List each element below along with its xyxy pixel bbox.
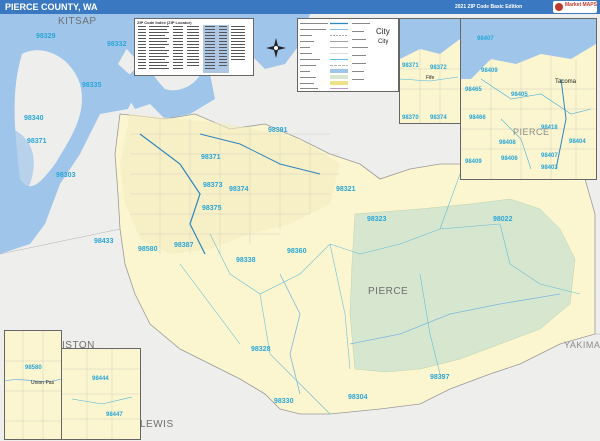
zip-label: 98340 — [24, 115, 44, 122]
zip-label: 98405 — [511, 92, 528, 98]
inset-ne-right-canvas — [461, 19, 596, 179]
zip-label: 98444 — [92, 376, 109, 382]
zip-index-table — [138, 25, 245, 73]
city-label-tacoma: Tacoma — [555, 79, 577, 85]
region-label-lewis: LEWIS — [140, 419, 174, 430]
inset-ne-left-canvas — [400, 19, 460, 123]
zip-label: 98332 — [107, 41, 127, 48]
zip-label: 98330 — [274, 398, 294, 405]
zip-label: 98374 — [229, 186, 249, 193]
zip-label: 98387 — [174, 242, 194, 249]
region-label-yakima: YAKIMA — [564, 340, 600, 350]
zip-label: 98372 — [430, 65, 447, 71]
inset-map-ne-right: 98407 98409 98405 98465 98466 98408 9840… — [460, 18, 597, 180]
zip-label: 98580 — [25, 365, 42, 371]
zip-label: 98022 — [493, 216, 513, 223]
inset-map-sw-right: 98444 98447 — [61, 348, 141, 440]
map-title: PIERCE COUNTY, WA — [5, 2, 98, 12]
zip-label: 98371 — [27, 138, 47, 145]
zip-label: 98407 — [477, 36, 494, 42]
zip-label: 98409 — [465, 159, 482, 165]
zip-label: 98338 — [236, 257, 256, 264]
zip-label: 98466 — [469, 115, 486, 121]
map-page: PIERCE COUNTY, WA 2021 ZIP Code Basic Ed… — [0, 0, 600, 441]
zip-label: 98406 — [501, 156, 518, 162]
zip-label: 98447 — [106, 412, 123, 418]
publisher-logo: Market MAPS — [553, 1, 597, 13]
zip-label: 98407 — [541, 153, 558, 159]
map-legend: City City — [297, 18, 399, 92]
zip-label: 98409 — [481, 68, 498, 74]
zip-label: 98375 — [202, 205, 222, 212]
zip-label: 98433 — [94, 238, 114, 245]
city-label-fife: Fife — [426, 75, 435, 81]
zip-label: 98373 — [203, 182, 223, 189]
compass-rose-icon — [266, 38, 286, 58]
zip-label: 98303 — [56, 172, 76, 179]
logo-text: Market MAPS — [565, 2, 597, 8]
zip-label: 98371 — [402, 63, 419, 69]
edition-label: 2021 ZIP Code Basic Edition — [455, 4, 523, 10]
zip-label: 98328 — [251, 346, 271, 353]
region-label-kitsap: KITSAP — [58, 16, 97, 27]
county-map[interactable]: KITSAP PIERCE LEWIS YAKIMA ISTON 98329 9… — [0, 14, 600, 441]
zip-label: 98403 — [541, 165, 558, 171]
zip-label: 98404 — [569, 139, 586, 145]
inset-map-ne-left: 98371 98372 98370 98374 Fife — [399, 18, 461, 124]
inset-map-sw-left: 98580 Union Pas — [4, 330, 62, 440]
logo-mark-icon — [555, 3, 563, 11]
legend-city-sample: City — [376, 27, 390, 36]
zip-label: 98391 — [268, 127, 288, 134]
region-label-pierce: PIERCE — [368, 286, 409, 297]
zip-label: 98321 — [336, 186, 356, 193]
title-bar: PIERCE COUNTY, WA 2021 ZIP Code Basic Ed… — [0, 0, 600, 14]
zip-label: 98397 — [430, 374, 450, 381]
zip-label: 98371 — [201, 154, 221, 161]
zip-label: 98335 — [82, 82, 102, 89]
zip-label: 98580 — [138, 246, 158, 253]
inset-sw-right-canvas — [62, 349, 140, 439]
zip-label: 98408 — [499, 140, 516, 146]
zip-label: 98370 — [402, 115, 419, 121]
zip-label: 98304 — [348, 394, 368, 401]
zip-label: 98465 — [465, 87, 482, 93]
zip-label: 98360 — [287, 248, 307, 255]
inset-region-label: PIERCE — [513, 127, 550, 137]
legend-city-sample-2: City — [378, 39, 389, 45]
zip-index-inset: ZIP Code Index (ZIP Locator) — [134, 18, 254, 76]
zip-label: 98329 — [36, 33, 56, 40]
zip-label: 98323 — [367, 216, 387, 223]
zip-label: 98374 — [430, 115, 447, 121]
city-label-union-pas: Union Pas — [31, 380, 55, 386]
